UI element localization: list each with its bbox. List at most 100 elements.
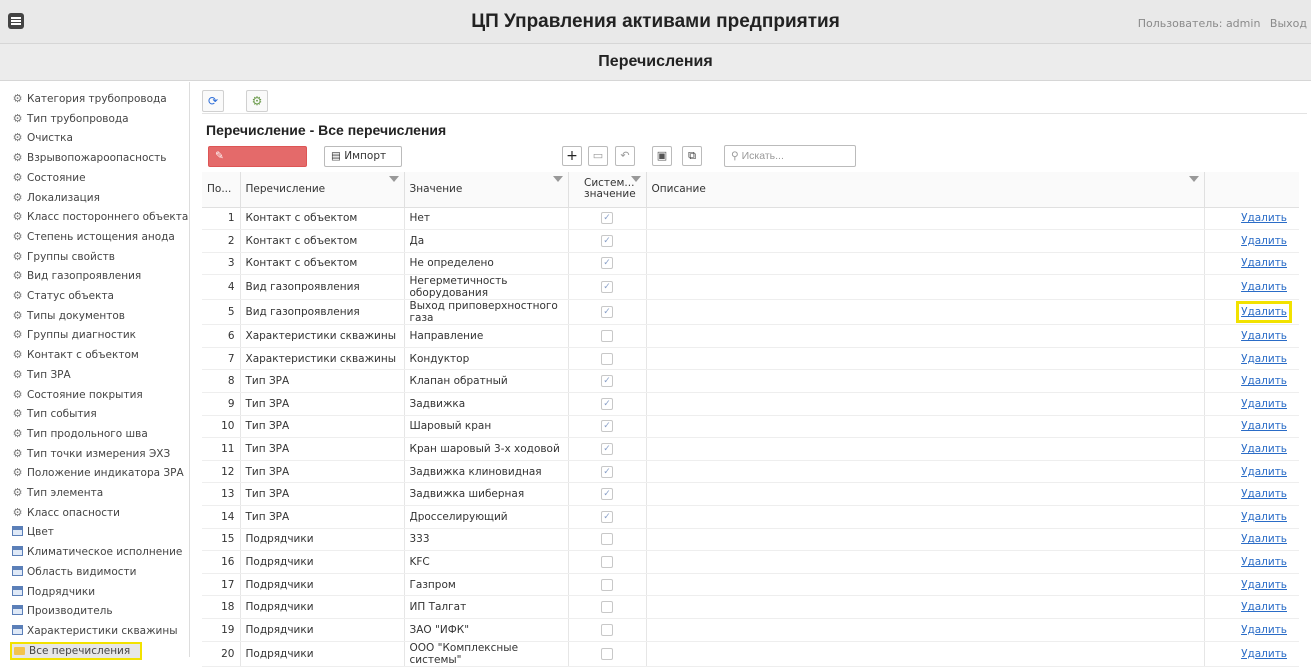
table-row[interactable]: 19 Подрядчики ЗАО "ИФК" Удалить [202,618,1299,642]
system-value-checkbox[interactable] [601,533,613,546]
system-value-checkbox[interactable]: ✓ [601,234,613,247]
system-value-checkbox[interactable] [601,352,613,365]
description-cell[interactable] [646,274,1205,301]
sidebar-item[interactable]: ⚙ Класс постороннего объекта [12,208,189,226]
description-cell[interactable] [646,252,1205,276]
sidebar-item[interactable]: ⚙ Тип элемента [12,484,188,502]
value-cell[interactable]: ООО "Комплексные системы" [404,641,569,667]
enum-cell[interactable]: Контакт с объектом [240,252,405,276]
description-cell[interactable] [646,369,1205,394]
description-cell[interactable] [646,437,1205,461]
enum-cell[interactable]: Вид газопроявления [240,299,405,326]
filter-icon[interactable] [1188,176,1199,182]
sidebar-item[interactable]: ⚙ Состояние [12,169,188,187]
description-cell[interactable] [646,505,1205,529]
system-value-checkbox[interactable]: ✓ [601,306,613,319]
system-value-checkbox[interactable] [601,647,613,660]
system-value-checkbox[interactable] [601,556,613,569]
description-cell[interactable] [646,392,1205,416]
enum-cell[interactable]: Контакт с объектом [240,229,405,253]
table-row[interactable]: 9 Тип ЗРА Задвижка ✓ Удалить [202,392,1299,416]
sidebar-item[interactable]: Характеристики скважины [12,622,188,640]
sidebar-item[interactable]: ⚙ Вид газопроявления [12,267,188,285]
enum-cell[interactable]: Подрядчики [240,550,405,574]
sidebar-item[interactable]: ⚙ Тип ЗРА [12,366,188,384]
table-row[interactable]: 4 Вид газопроявления Негерметичность обору… [202,274,1299,301]
table-row[interactable]: 2 Контакт с объектом Да ✓ Удалить [202,229,1299,253]
description-cell[interactable] [646,324,1205,348]
value-cell[interactable]: Клапан обратный [404,369,569,394]
description-cell[interactable] [646,641,1205,667]
delete-link[interactable]: Удалить [1241,466,1287,478]
description-cell[interactable] [646,207,1205,231]
table-row[interactable]: 14 Тип ЗРА Дросселирующий ✓ Удалить [202,505,1299,529]
table-row[interactable]: 11 Тип ЗРА Кран шаровый 3-х ходовой ✓ Удалит… [202,437,1299,461]
value-cell[interactable]: Шаровый кран [404,415,569,439]
system-value-checkbox[interactable] [601,578,613,591]
value-cell[interactable]: ИП Талгат [404,595,569,619]
delete-link[interactable]: Удалить [1241,235,1287,247]
delete-link[interactable]: Удалить [1241,579,1287,591]
delete-link[interactable]: Удалить [1241,281,1287,293]
delete-link[interactable]: Удалить [1241,398,1287,410]
value-cell[interactable]: Задвижка [404,392,569,416]
value-cell[interactable]: Нет [404,207,569,231]
system-value-checkbox[interactable]: ✓ [601,443,613,456]
delete-link[interactable]: Удалить [1241,212,1287,224]
value-cell[interactable]: Задвижка клиновидная [404,460,569,484]
value-cell[interactable]: 333 [404,528,569,552]
filter-icon[interactable] [552,176,563,182]
sidebar-item[interactable]: ⚙ Тип продольного шва [12,425,188,443]
sidebar-item[interactable]: ⚙ Категория трубопровода [12,90,188,108]
enum-cell[interactable]: Контакт с объектом [240,207,405,231]
logout-link[interactable]: Выход [1270,17,1307,30]
enum-cell[interactable]: Тип ЗРА [240,460,405,484]
delete-link[interactable]: Удалить [1241,257,1287,269]
table-row[interactable]: 5 Вид газопроявления Выход приповерхностно… [202,299,1299,326]
sidebar-item[interactable]: ⚙ Локализация [12,189,188,207]
filter-icon[interactable] [388,176,399,182]
table-row[interactable]: 20 Подрядчики ООО "Комплексные системы" Уда… [202,641,1299,667]
enum-cell[interactable]: Характеристики скважины [240,347,405,371]
system-value-checkbox[interactable]: ✓ [601,397,613,410]
description-cell[interactable] [646,229,1205,253]
sidebar-item[interactable]: ⚙ Положение индикатора ЗРА [12,464,188,482]
value-cell[interactable]: Задвижка шиберная [404,482,569,507]
description-cell[interactable] [646,482,1205,507]
table-row[interactable]: 10 Тип ЗРА Шаровый кран ✓ Удалить [202,415,1299,439]
table-row[interactable]: 6 Характеристики скважины Направление Удали… [202,324,1299,348]
sidebar-item[interactable]: ⚙ Тип трубопровода [12,110,188,128]
value-cell[interactable]: Кондуктор [404,347,569,371]
sidebar-item[interactable]: ⚙ Класс опасности [12,504,188,522]
sidebar-item[interactable]: Цвет [12,523,188,541]
sidebar-item[interactable]: ⚙ Тип точки измерения ЭХЗ [12,445,188,463]
filter-icon[interactable] [630,176,641,182]
description-cell[interactable] [646,528,1205,552]
table-row[interactable]: 17 Подрядчики Газпром Удалить [202,573,1299,597]
copy-icon[interactable]: ⧉ [682,146,702,166]
value-cell[interactable]: Дросселирующий [404,505,569,529]
value-cell[interactable]: Негерметичность оборудования [404,274,569,301]
description-cell[interactable] [646,460,1205,484]
enum-cell[interactable]: Тип ЗРА [240,482,405,507]
value-cell[interactable]: Не определено [404,252,569,276]
delete-link[interactable]: Удалить [1241,443,1287,455]
system-value-checkbox[interactable]: ✓ [601,375,613,388]
table-row[interactable]: 8 Тип ЗРА Клапан обратный ✓ Удалить [202,369,1299,394]
delete-link[interactable]: Удалить [1236,301,1292,324]
enum-cell[interactable]: Тип ЗРА [240,369,405,394]
system-value-checkbox[interactable]: ✓ [601,488,613,501]
delete-link[interactable]: Удалить [1241,601,1287,613]
system-value-checkbox[interactable] [601,601,613,614]
value-cell[interactable]: Направление [404,324,569,348]
table-row[interactable]: 12 Тип ЗРА Задвижка клиновидная ✓ Удалить [202,460,1299,484]
value-cell[interactable]: Выход приповерхностного газа [404,299,569,326]
delete-link[interactable]: Удалить [1241,353,1287,365]
enum-cell[interactable]: Подрядчики [240,528,405,552]
description-cell[interactable] [646,595,1205,619]
save-icon[interactable]: ▭ [588,146,608,166]
enum-cell[interactable]: Тип ЗРА [240,392,405,416]
table-row[interactable]: 7 Характеристики скважины Кондуктор Удалить [202,347,1299,371]
sidebar-item[interactable]: Производитель [12,602,188,620]
sidebar-item[interactable]: ⚙ Тип события [12,405,188,423]
